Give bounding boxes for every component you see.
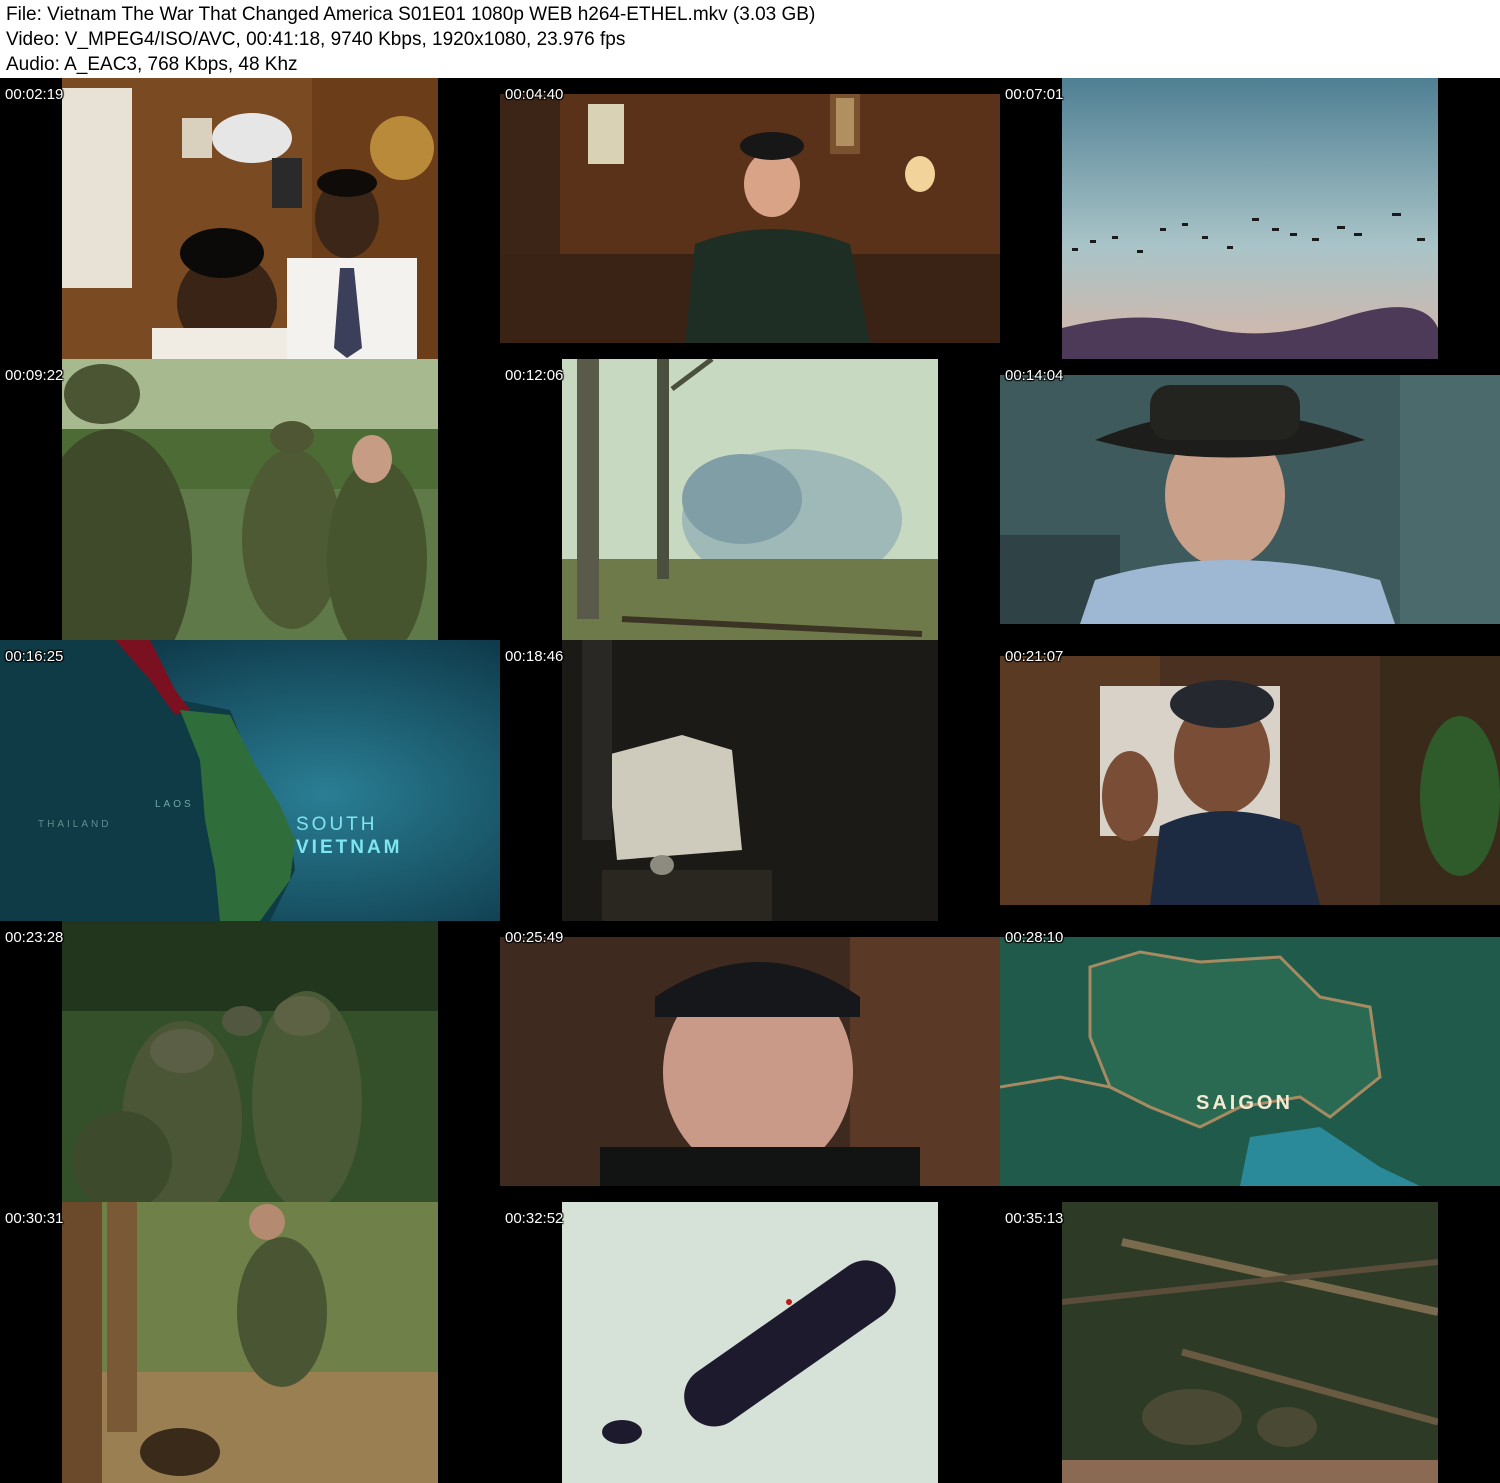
- timestamp-label: 00:23:28: [5, 929, 64, 946]
- thumbnail[interactable]: 00:02:19: [0, 78, 500, 359]
- timestamp-label: 00:35:13: [1005, 1210, 1064, 1227]
- timestamp-label: 00:21:07: [1005, 648, 1064, 665]
- thumbnail-image: [0, 640, 500, 921]
- thumbnail-image: [1000, 937, 1500, 1186]
- audio-info-line: Audio: A_EAC3, 768 Kbps, 48 Khz: [6, 54, 298, 75]
- thumbnail-image: [62, 1202, 438, 1483]
- map-label-vietnam: VIETNAM: [296, 837, 403, 858]
- thumbnail[interactable]: 00:23:28: [0, 921, 500, 1202]
- file-info-line: File: Vietnam The War That Changed Ameri…: [6, 4, 816, 25]
- thumbnail[interactable]: 00:09:22: [0, 359, 500, 640]
- thumbnail[interactable]: 00:32:52: [500, 1202, 1000, 1483]
- timestamp-label: 00:30:31: [5, 1210, 64, 1227]
- timestamp-label: 00:18:46: [505, 648, 564, 665]
- video-info-line: Video: V_MPEG4/ISO/AVC, 00:41:18, 9740 K…: [6, 29, 626, 50]
- thumbnail[interactable]: 00:14:04: [1000, 359, 1500, 640]
- timestamp-label: 00:09:22: [5, 367, 64, 384]
- timestamp-label: 00:16:25: [5, 648, 64, 665]
- timestamp-label: 00:14:04: [1005, 367, 1064, 384]
- thumbnail-image: [1000, 375, 1500, 624]
- thumbnail-image: [62, 359, 438, 640]
- thumbnail[interactable]: SOUTH VIETNAM LAOS THAILAND 00:16:25: [0, 640, 500, 921]
- thumbnail-image: [562, 1202, 938, 1483]
- thumbnail[interactable]: 00:21:07: [1000, 640, 1500, 921]
- timestamp-label: 00:07:01: [1005, 86, 1064, 103]
- map-label-laos: LAOS: [155, 799, 194, 810]
- thumbnail-image: [1062, 78, 1438, 359]
- thumbnail-image: [62, 78, 438, 359]
- thumbnail[interactable]: 00:35:13: [1000, 1202, 1500, 1483]
- map-label-south: SOUTH: [296, 814, 378, 835]
- timestamp-label: 00:04:40: [505, 86, 564, 103]
- thumbnail-image: [1062, 1202, 1438, 1483]
- timestamp-label: 00:12:06: [505, 367, 564, 384]
- timestamp-label: 00:32:52: [505, 1210, 564, 1227]
- thumbnail-image: [500, 94, 1000, 343]
- thumbnail-image: [500, 937, 1000, 1186]
- timestamp-label: 00:02:19: [5, 86, 64, 103]
- thumbnail-image: [62, 921, 438, 1202]
- thumbnail[interactable]: 00:07:01: [1000, 78, 1500, 359]
- thumbnail[interactable]: 00:04:40: [500, 78, 1000, 359]
- thumbnail[interactable]: 00:12:06: [500, 359, 1000, 640]
- thumbnail[interactable]: 00:30:31: [0, 1202, 500, 1483]
- thumbnail[interactable]: 00:18:46: [500, 640, 1000, 921]
- thumbnail[interactable]: SAIGON 00:28:10: [1000, 921, 1500, 1202]
- map-label-thailand: THAILAND: [38, 819, 112, 830]
- info-header: File: Vietnam The War That Changed Ameri…: [0, 0, 1500, 78]
- timestamp-label: 00:25:49: [505, 929, 564, 946]
- thumbnail[interactable]: 00:25:49: [500, 921, 1000, 1202]
- thumbnail-image: [562, 640, 938, 921]
- map-label-saigon: SAIGON: [1196, 1092, 1293, 1114]
- thumbnail-image: [562, 359, 938, 640]
- thumbnail-grid: 00:02:19 00:04:40 00:07:01 00:09:22 00:1…: [0, 78, 1500, 1483]
- timestamp-label: 00:28:10: [1005, 929, 1064, 946]
- thumbnail-image: [1000, 656, 1500, 905]
